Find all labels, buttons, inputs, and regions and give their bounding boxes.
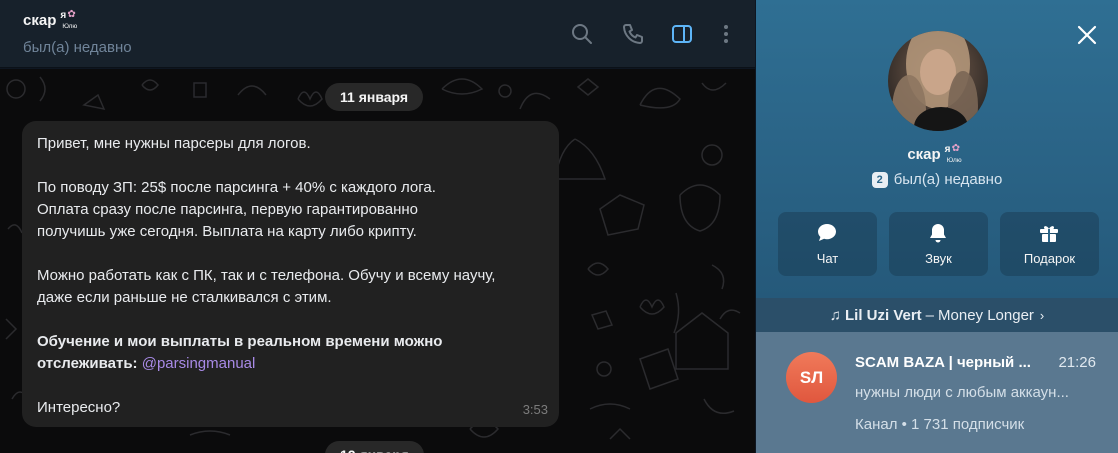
avatar[interactable] <box>888 31 988 131</box>
emoji-status-sub: Юлю <box>62 23 78 30</box>
channel-time: 21:26 <box>1058 354 1096 371</box>
chat-button-label: Чат <box>816 251 839 266</box>
contact-status: был(а) недавно <box>23 39 132 56</box>
gift-button[interactable]: Подарок <box>1000 212 1099 276</box>
channel-preview: нужны люди с любым аккаун... <box>855 384 1069 401</box>
emoji-status-text: я <box>944 144 951 155</box>
message-paragraph: Можно работать как с ПК, так и с телефон… <box>37 267 496 306</box>
contact-name-row[interactable]: скар я ✿ Юлю <box>23 9 82 34</box>
message-paragraph-bold: Обучение и мои выплаты в реальном времен… <box>37 331 543 375</box>
profile-status: был(а) недавно <box>893 171 1003 188</box>
channel-subscribers: Канал • 1 731 подписчик <box>855 416 1025 433</box>
chat-button[interactable]: Чат <box>778 212 877 276</box>
chat-header: скар я ✿ Юлю был(а) недавно <box>0 0 755 68</box>
mention-link[interactable]: @parsingmanual <box>142 355 256 372</box>
profile-name-row: скар я ✿ Юлю <box>756 143 1118 168</box>
message-paragraph: По поводу ЗП: 25$ после парсинга + 40% с… <box>37 179 436 240</box>
gift-count-badge[interactable]: 2 <box>871 171 888 188</box>
music-separator: – <box>925 306 935 324</box>
phone-icon[interactable] <box>621 22 645 46</box>
music-title: Money Longer <box>938 306 1034 324</box>
profile-panel: скар я ✿ Юлю 2 был(а) недавно Чат Звук П… <box>756 0 1118 453</box>
profile-music-bar[interactable]: ♫ Lil Uzi Vert – Money Longer › <box>756 298 1118 332</box>
emoji-status-icon[interactable]: я ✿ Юлю <box>944 143 967 168</box>
contact-name[interactable]: скар <box>23 12 56 29</box>
message-line: Привет, мне нужны парсеры для логов. <box>37 135 311 152</box>
emoji-status-icon[interactable]: я ✿ Юлю <box>60 9 82 34</box>
search-icon[interactable] <box>570 22 594 46</box>
emoji-status-sub: Юлю <box>946 157 962 164</box>
message-bubble[interactable]: Привет, мне нужны парсеры для логов. По … <box>22 121 559 427</box>
bell-icon <box>926 221 950 245</box>
chat-bubble-icon <box>815 221 839 245</box>
emoji-status-text: я <box>60 10 67 21</box>
sidebar-toggle-icon[interactable] <box>670 22 694 46</box>
gift-button-label: Подарок <box>1023 251 1076 266</box>
chevron-right-icon: › <box>1039 307 1045 323</box>
music-artist: Lil Uzi Vert <box>844 306 922 324</box>
gift-icon <box>1037 221 1061 245</box>
heart-icon: ✿ <box>67 9 76 20</box>
heart-icon: ✿ <box>951 143 961 154</box>
profile-name: скар <box>907 146 941 163</box>
message-paragraph: Интересно? <box>37 399 121 416</box>
channel-name: SCAM BAZA | черный ... <box>855 354 1031 371</box>
message-time: 3:53 <box>522 402 548 417</box>
sound-button[interactable]: Звук <box>889 212 988 276</box>
profile-header: скар я ✿ Юлю 2 был(а) недавно Чат Звук П… <box>756 0 1118 298</box>
personal-channel-item[interactable]: SЛ SCAM BAZA | черный ... 21:26 нужны лю… <box>756 332 1118 453</box>
date-separator: 11 января <box>325 83 424 111</box>
sound-button-label: Звук <box>925 251 952 266</box>
date-separator: 12 января <box>325 441 424 453</box>
music-note-icon: ♫ <box>829 306 841 324</box>
close-icon[interactable] <box>1076 24 1098 46</box>
profile-status-row: 2 был(а) недавно <box>756 171 1118 188</box>
channel-avatar: SЛ <box>786 352 837 403</box>
chat-area[interactable]: 11 января Привет, мне нужны парсеры для … <box>0 69 755 453</box>
more-vertical-icon[interactable] <box>714 22 738 46</box>
